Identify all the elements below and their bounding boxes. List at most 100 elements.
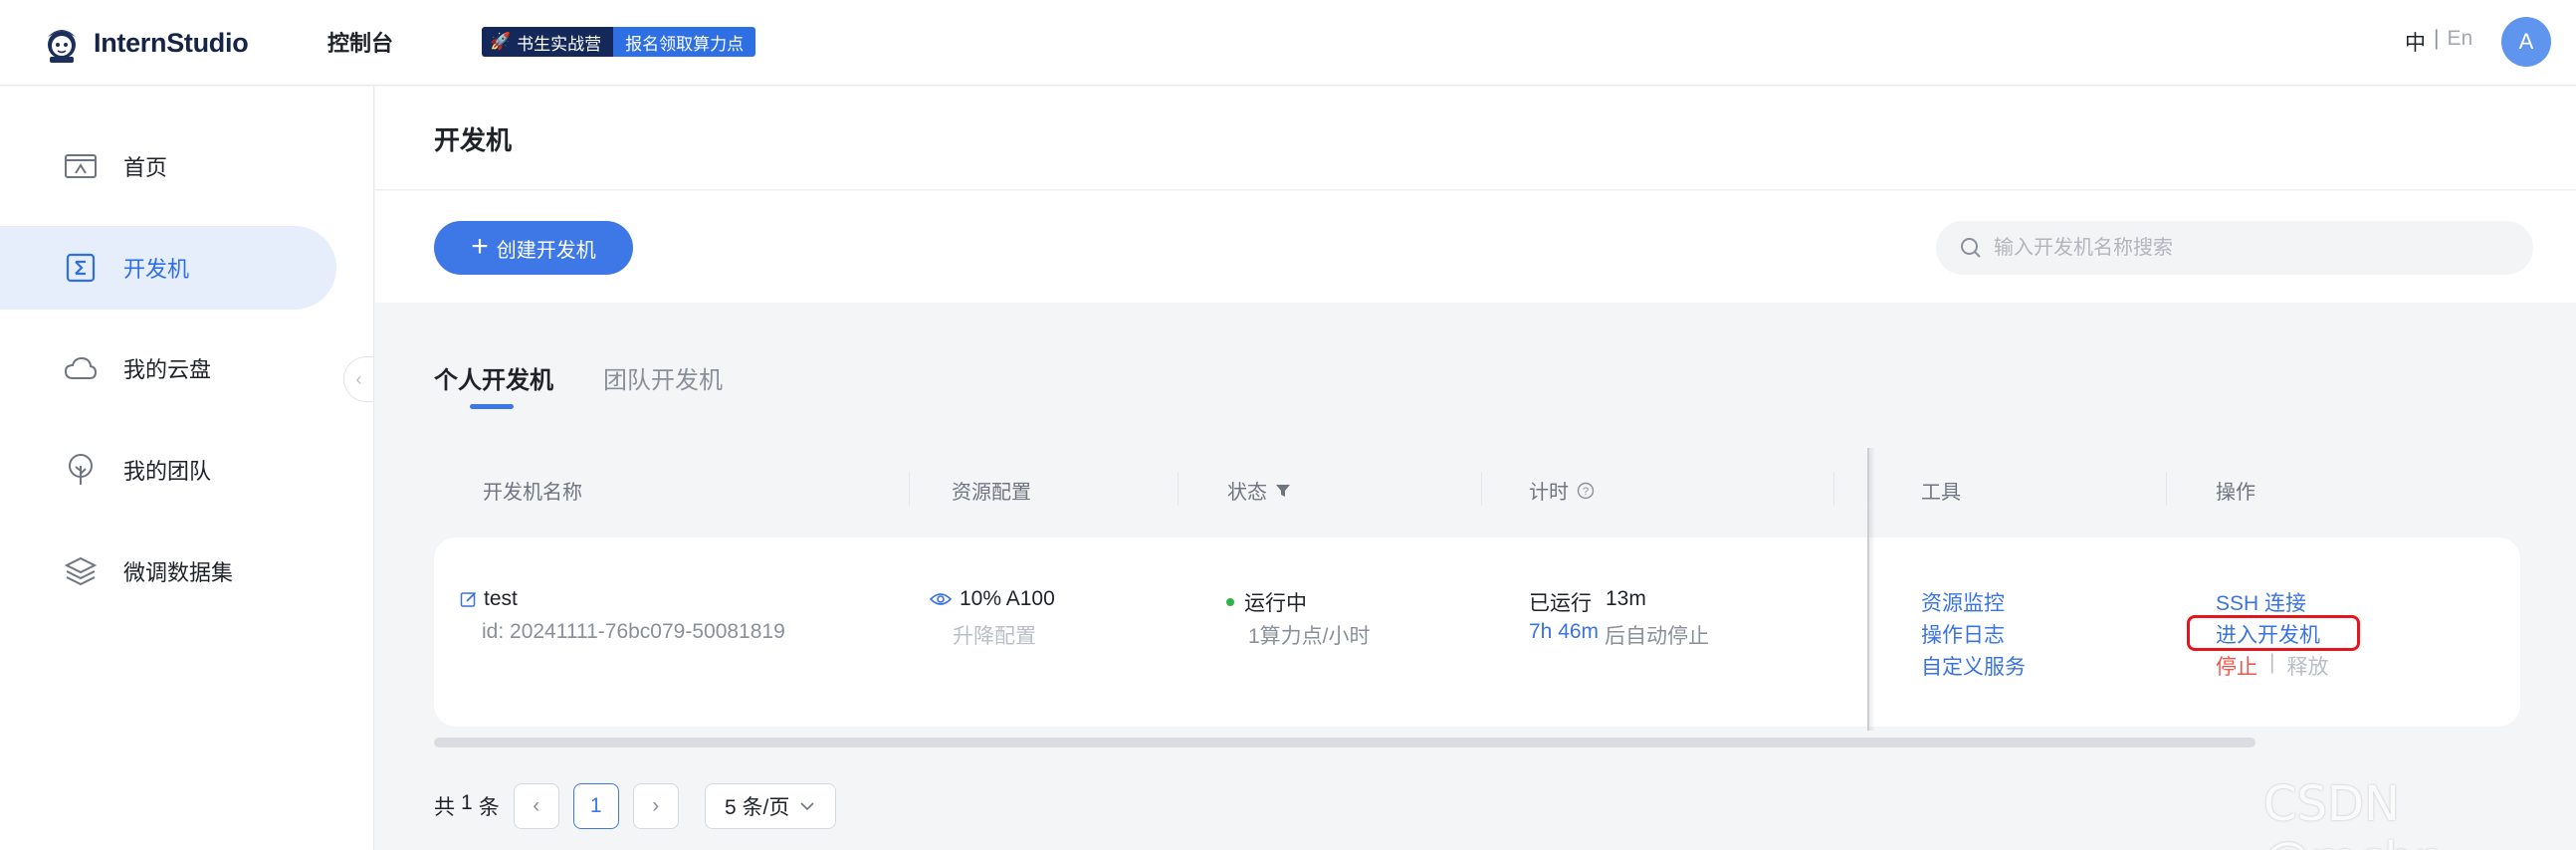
create-button-label: 创建开发机 (496, 239, 596, 262)
watermark-text: CSDN @mchp (2263, 776, 2445, 850)
next-page-button[interactable]: › (632, 783, 679, 829)
column-header-status: 状态 (1227, 476, 1291, 505)
sidebar-item-devmachine[interactable]: 开发机 (0, 226, 336, 310)
svg-text:?: ? (1583, 486, 1589, 498)
create-devmachine-button[interactable]: + 创建开发机 (434, 221, 633, 275)
column-divider (1481, 472, 1482, 506)
timer-label: 已运行 (1529, 592, 1592, 615)
status-dot (1226, 598, 1234, 606)
help-icon[interactable]: ? (1577, 482, 1595, 500)
tool-operation-log[interactable]: 操作日志 (1921, 619, 2005, 649)
auto-stop-info: 7h 46m 后自动停止 (1529, 620, 1709, 650)
column-header-tools: 工具 (1921, 476, 1961, 505)
resize-config-link[interactable]: 升降配置 (953, 620, 1036, 650)
logo[interactable]: InternStudio (40, 18, 249, 68)
column-header-timer: 计时 ? (1529, 476, 1595, 505)
sidebar-item-label: 我的云盘 (123, 357, 212, 382)
search-input[interactable] (1994, 236, 2511, 260)
column-header-label: 操作 (2216, 482, 2255, 504)
sidebar-collapse-button[interactable]: ‹ (343, 356, 373, 402)
sidebar-item-cloud-disk[interactable]: 我的云盘 (0, 326, 336, 410)
column-divider (1178, 472, 1179, 506)
sidebar-item-label: 微调数据集 (123, 560, 234, 585)
devmachine-name-cell: test (460, 587, 518, 611)
search-box (1936, 221, 2533, 275)
column-header-label: 开发机名称 (483, 482, 582, 504)
stop-link[interactable]: 停止 (2216, 651, 2257, 681)
column-header-label: 资源配置 (952, 482, 1031, 504)
column-divider (2166, 472, 2167, 506)
layers-icon (64, 554, 98, 588)
filter-icon[interactable] (1275, 483, 1291, 499)
tab-team[interactable]: 团队开发机 (603, 360, 723, 395)
tab-bar: 个人开发机 团队开发机 (434, 360, 723, 395)
annotation-highlight-box (2187, 615, 2360, 651)
chevron-left-icon: ‹ (355, 368, 362, 389)
chevron-right-icon: › (652, 794, 660, 817)
promo-left: 🚀 书生实战营 (482, 27, 614, 57)
horizontal-scrollbar[interactable] (434, 738, 2255, 747)
promo-left-label: 书生实战营 (517, 34, 602, 54)
language-switch: 中 | En (2405, 27, 2472, 57)
tool-custom-service[interactable]: 自定义服务 (1921, 651, 2026, 681)
page-header: 开发机 (375, 87, 2576, 190)
sidebar-item-home[interactable]: 首页 (0, 124, 336, 208)
column-divider (909, 472, 910, 506)
auto-stop-suffix: 后自动停止 (1605, 625, 1710, 648)
avatar[interactable]: A (2501, 17, 2551, 67)
chevron-down-icon (800, 802, 814, 811)
stop-release-actions: 停止 | 释放 (2216, 651, 2328, 681)
resource-cell: 10% A100 (930, 587, 1055, 611)
prev-page-button[interactable]: ‹ (513, 783, 559, 829)
column-header-actions: 操作 (2216, 476, 2255, 505)
top-bar: InternStudio 控制台 🚀 书生实战营 报名领取算力点 中 | En … (0, 0, 2576, 86)
total-suffix: 条 (478, 796, 500, 819)
tool-resource-monitor[interactable]: 资源监控 (1921, 587, 2005, 617)
terminal-icon (64, 251, 98, 285)
cloud-icon (64, 351, 98, 385)
column-header-label: 计时 (1529, 482, 1569, 504)
status-cell: 运行中 (1226, 587, 1307, 617)
action-separator: | (2269, 651, 2275, 674)
column-header-label: 状态 (1227, 482, 1267, 504)
rocket-icon: 🚀 (490, 32, 512, 51)
devmachine-name: test (484, 587, 518, 610)
toolbar: + 创建开发机 (375, 191, 2576, 303)
logo-mascot-icon (48, 30, 76, 63)
resource-value: 10% A100 (960, 587, 1055, 610)
lang-cn[interactable]: 中 (2405, 27, 2426, 57)
promo-banner[interactable]: 🚀 书生实战营 报名领取算力点 (482, 27, 756, 57)
column-divider (1833, 472, 1834, 506)
status-rate: 1算力点/小时 (1248, 625, 1371, 648)
sidebar-item-team[interactable]: 我的团队 (0, 428, 336, 512)
column-header-label: 工具 (1921, 482, 1961, 504)
fixed-column-shadow (1867, 448, 1875, 731)
status-text: 运行中 (1244, 592, 1307, 615)
lang-en[interactable]: En (2447, 27, 2472, 57)
active-tab-indicator (470, 404, 514, 409)
timer-cell: 已运行 13m (1529, 587, 1646, 617)
release-link[interactable]: 释放 (2286, 651, 2328, 681)
auto-stop-time[interactable]: 7h 46m (1529, 620, 1599, 650)
nav-console[interactable]: 控制台 (327, 26, 393, 58)
sidebar: 首页 开发机 我的云盘 我的团队 微调数据集 ‹ (0, 87, 374, 850)
eye-icon[interactable] (930, 591, 952, 607)
page-size-value: 5 条/页 (725, 796, 790, 819)
sidebar-item-datasets[interactable]: 微调数据集 (0, 530, 336, 613)
ssh-connect-link[interactable]: SSH 连接 (2216, 587, 2306, 617)
column-header-name: 开发机名称 (483, 476, 582, 505)
total-count: 共 1 条 (434, 791, 500, 821)
lang-separator: | (2434, 27, 2440, 50)
logo-text: InternStudio (94, 27, 249, 58)
page-size-select[interactable]: 5 条/页 (704, 783, 836, 829)
tab-personal[interactable]: 个人开发机 (434, 360, 553, 395)
home-icon (64, 149, 98, 183)
plus-icon: + (471, 229, 489, 263)
sidebar-item-label: 首页 (123, 155, 168, 180)
edit-icon[interactable] (460, 590, 478, 608)
column-header-resources: 资源配置 (952, 476, 1031, 505)
promo-right-label: 报名领取算力点 (613, 27, 756, 57)
devmachine-id: id: 20241111-76bc079-50081819 (482, 620, 785, 643)
page-button-current[interactable]: 1 (572, 783, 619, 829)
chevron-left-icon: ‹ (533, 794, 540, 817)
